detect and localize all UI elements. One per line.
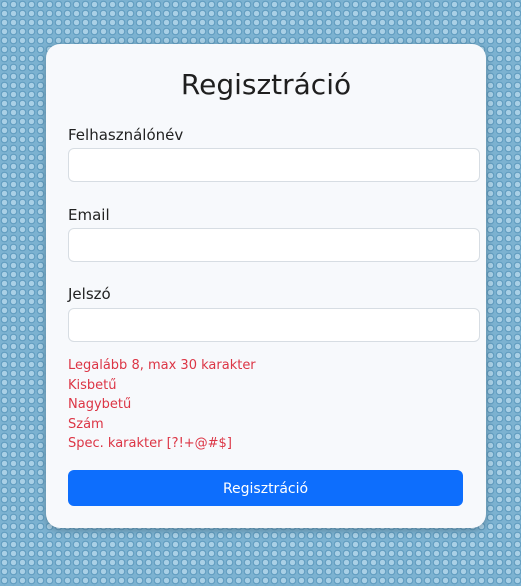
username-label: Felhasználónév [68, 126, 184, 144]
requirement-length: Legalább 8, max 30 karakter [68, 358, 256, 373]
password-label: Jelszó [68, 285, 111, 303]
requirement-number: Szám [68, 416, 104, 432]
username-input[interactable] [68, 148, 480, 182]
requirement-special-char: Spec. karakter [?!+@#$] [68, 436, 232, 451]
password-input[interactable] [68, 308, 480, 342]
email-label: Email [68, 206, 110, 224]
requirement-uppercase: Nagybetű [68, 397, 132, 412]
requirement-lowercase: Kisbetű [68, 377, 117, 393]
registration-card: Regisztráció Felhasználónév Email Jelszó… [46, 44, 486, 528]
password-requirements: Legalább 8, max 30 karakter Kisbetű Nagy… [68, 356, 256, 454]
register-button[interactable]: Regisztráció [68, 470, 463, 506]
page-title: Regisztráció [180, 68, 352, 101]
email-input[interactable] [68, 228, 480, 262]
